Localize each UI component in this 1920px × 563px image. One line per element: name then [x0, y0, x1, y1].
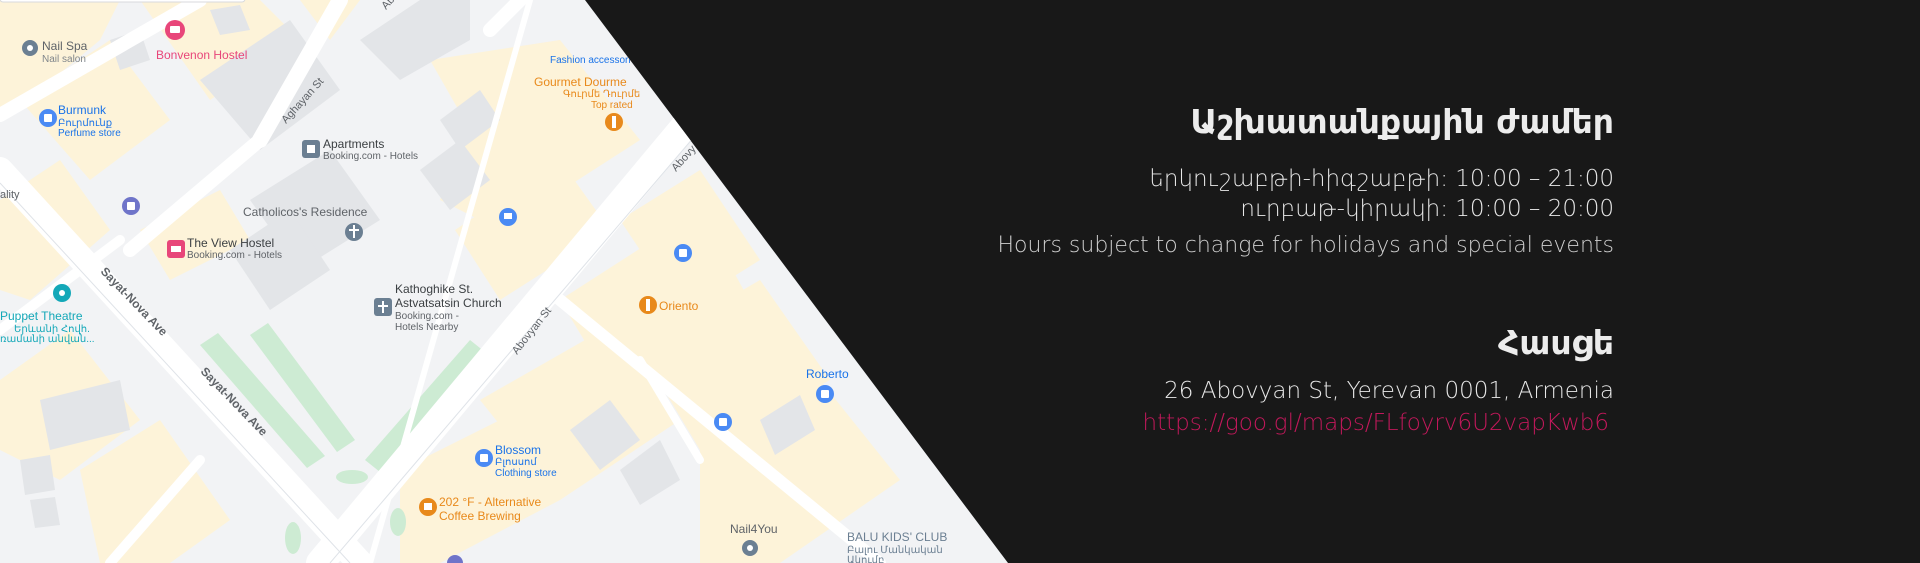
- address-title: Հասցե: [1497, 323, 1614, 362]
- hours-weekend: ուրբաթ-կիրակի: 10:00 – 20:00: [1240, 196, 1614, 222]
- svg-text:Coffee Brewing: Coffee Brewing: [439, 509, 521, 523]
- svg-text:202 °F - Alternative: 202 °F - Alternative: [439, 495, 542, 509]
- shopping-pin[interactable]: [674, 244, 692, 262]
- address-street: 26 Abovyan St, Yerevan 0001, Armenia: [1164, 378, 1614, 404]
- svg-text:Ակումբ: Ակումբ: [847, 555, 884, 563]
- svg-text:Perfume store: Perfume store: [58, 128, 121, 139]
- svg-text:Oriento: Oriento: [659, 299, 699, 313]
- svg-text:ռամանի անվան...: ռամանի անվան...: [0, 334, 95, 345]
- place-quality[interactable]: ality: [0, 189, 20, 201]
- svg-text:Catholicos's Residence: Catholicos's Residence: [243, 205, 368, 219]
- svg-text:Գուրմե Դուրմե: Գուրմե Դուրմե: [563, 89, 640, 100]
- svg-text:Nail salon: Nail salon: [42, 54, 86, 65]
- shopping-pin[interactable]: [122, 197, 140, 215]
- svg-text:Clothing store: Clothing store: [495, 468, 557, 479]
- place-fashion-accessories[interactable]: Fashion accessori: [550, 55, 631, 66]
- place-oriento[interactable]: Oriento: [639, 296, 699, 314]
- svg-text:Բլոսսոմ: Բլոսսոմ: [495, 457, 537, 468]
- map-link[interactable]: https://goo.gl/maps/FLfoyrv6U2vapKwb6: [1143, 410, 1610, 436]
- shopping-pin[interactable]: [499, 208, 517, 226]
- svg-text:Gourmet Dourme: Gourmet Dourme: [534, 75, 627, 89]
- svg-text:Booking.com - Hotels: Booking.com - Hotels: [187, 250, 282, 261]
- svg-text:Puppet Theatre: Puppet Theatre: [0, 309, 83, 323]
- svg-text:Roberto: Roberto: [806, 367, 849, 381]
- svg-text:Kathoghike St.: Kathoghike St.: [395, 282, 473, 296]
- svg-text:BALU KIDS' CLUB: BALU KIDS' CLUB: [847, 530, 947, 544]
- hours-title: Աշխատանքային ժամեր: [1190, 102, 1614, 141]
- svg-text:Top rated: Top rated: [591, 100, 633, 111]
- map-area[interactable]: Aghayan St Abovy Abovyan St Sayat-Nova A…: [0, 0, 1920, 563]
- svg-text:Hotels Nearby: Hotels Nearby: [395, 322, 458, 333]
- hours-note: Hours subject to change for holidays and…: [997, 233, 1614, 258]
- svg-text:Astvatsatsin Church: Astvatsatsin Church: [395, 296, 502, 310]
- svg-text:Booking.com -: Booking.com -: [395, 311, 459, 322]
- svg-text:Booking.com - Hotels: Booking.com - Hotels: [323, 151, 418, 162]
- svg-text:Nail4You: Nail4You: [730, 522, 778, 536]
- svg-text:The View Hostel: The View Hostel: [187, 236, 274, 250]
- svg-text:Blossom: Blossom: [495, 443, 541, 457]
- svg-text:Bonvenon Hostel: Bonvenon Hostel: [156, 48, 247, 62]
- svg-text:Burmunk: Burmunk: [58, 103, 107, 117]
- svg-text:Apartments: Apartments: [323, 137, 384, 151]
- map-control-edge: [0, 0, 246, 3]
- shopping-pin[interactable]: [714, 413, 732, 431]
- svg-text:Nail Spa: Nail Spa: [42, 39, 88, 53]
- hours-weekdays: երկուշաբթի-հիգշաբթի: 10:00 – 21:00: [1149, 166, 1614, 192]
